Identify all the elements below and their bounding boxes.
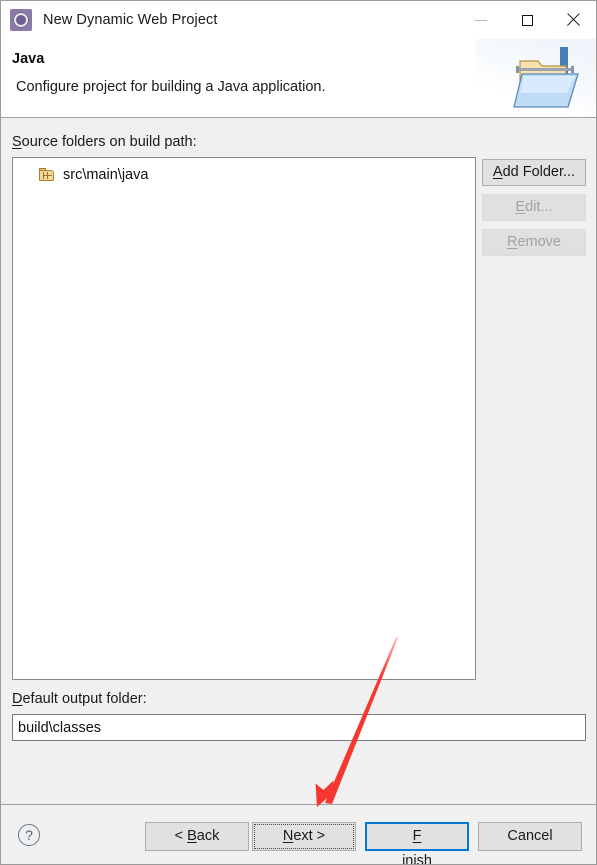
list-item-label: src\main\java [63,166,149,183]
page-title: Java [12,51,45,67]
default-output-folder-label: Default output folder: [12,691,147,707]
dialog-body: Source folders on build path: src\main\j… [1,119,596,804]
edit-label: dit... [525,199,553,215]
title-bar: New Dynamic Web Project [1,1,596,39]
source-folders-label-mnemonic: S [12,134,22,150]
next-button[interactable]: Next > [252,822,356,851]
maximize-icon [521,14,533,26]
cancel-label: Cancel [507,828,553,844]
close-icon [566,13,580,27]
default-output-folder-label-text: efault output folder: [22,691,147,707]
window-controls [458,1,596,39]
add-folder-label: dd Folder... [502,164,576,180]
back-label-pre: < [174,828,188,844]
window-title: New Dynamic Web Project [43,12,218,28]
default-output-folder-input[interactable] [12,714,586,741]
back-button[interactable]: < Back [145,822,249,851]
next-mnemonic: N [282,828,294,844]
back-label-post: ack [196,828,220,844]
default-output-folder-label-mnemonic: D [12,691,23,707]
eclipse-gear-icon [10,9,32,31]
edit-mnemonic: E [515,199,526,215]
close-button[interactable] [550,1,596,39]
source-folders-list[interactable]: src\main\java [12,157,476,680]
add-folder-mnemonic: A [492,164,503,180]
finish-label: inish [402,853,432,865]
remove-label: emove [517,234,561,250]
list-item[interactable]: src\main\java [13,164,475,185]
finish-mnemonic: F [412,828,422,844]
add-folder-button[interactable]: Add Folder... [482,159,586,186]
help-question-icon[interactable]: ? [18,824,40,846]
minimize-icon [475,19,487,21]
remove-mnemonic: R [506,234,518,250]
source-package-folder-icon [39,167,55,182]
dialog-footer: ? < Back Next > Finish Cancel [1,804,596,864]
java-folder-icon [513,47,579,108]
back-mnemonic: B [187,828,197,844]
edit-button[interactable]: Edit... [482,194,586,221]
cancel-button[interactable]: Cancel [478,822,582,851]
new-dynamic-web-project-dialog: New Dynamic Web Project Java Configure p… [0,0,597,865]
source-folders-label: Source folders on build path: [12,134,197,150]
maximize-button[interactable] [504,1,550,39]
remove-button[interactable]: Remove [482,229,586,256]
finish-button[interactable]: Finish [365,822,469,864]
page-description: Configure project for building a Java ap… [16,79,326,95]
wizard-header: Java Configure project for building a Ja… [1,39,596,118]
next-label: ext > [293,828,326,844]
source-folders-label-text: ource folders on build path: [21,134,197,150]
minimize-button[interactable] [458,1,504,39]
